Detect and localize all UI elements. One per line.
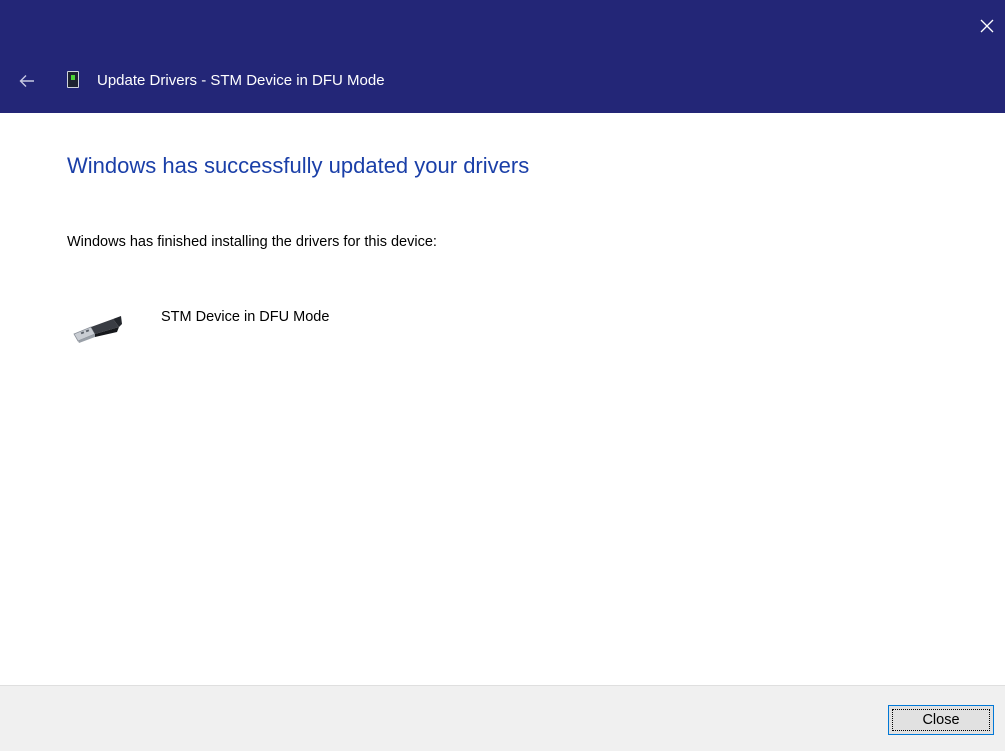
close-icon (980, 19, 994, 33)
back-button[interactable] (14, 70, 40, 92)
device-manager-icon (67, 71, 79, 88)
focus-ring (892, 709, 990, 731)
window-close-button[interactable] (969, 10, 1005, 42)
close-button[interactable]: Close (888, 705, 994, 735)
success-heading: Windows has successfully updated your dr… (67, 153, 530, 178)
window-title: Update Drivers - STM Device in DFU Mode (97, 72, 385, 89)
back-arrow-icon (19, 75, 34, 87)
finished-description: Windows has finished installing the driv… (67, 234, 437, 250)
dialog-footer (0, 685, 1005, 751)
update-drivers-window: Update Drivers - STM Device in DFU Mode … (0, 0, 1005, 751)
device-name: STM Device in DFU Mode (161, 309, 330, 325)
usb-plug-icon (71, 316, 123, 346)
window-header: Update Drivers - STM Device in DFU Mode (0, 0, 1005, 113)
